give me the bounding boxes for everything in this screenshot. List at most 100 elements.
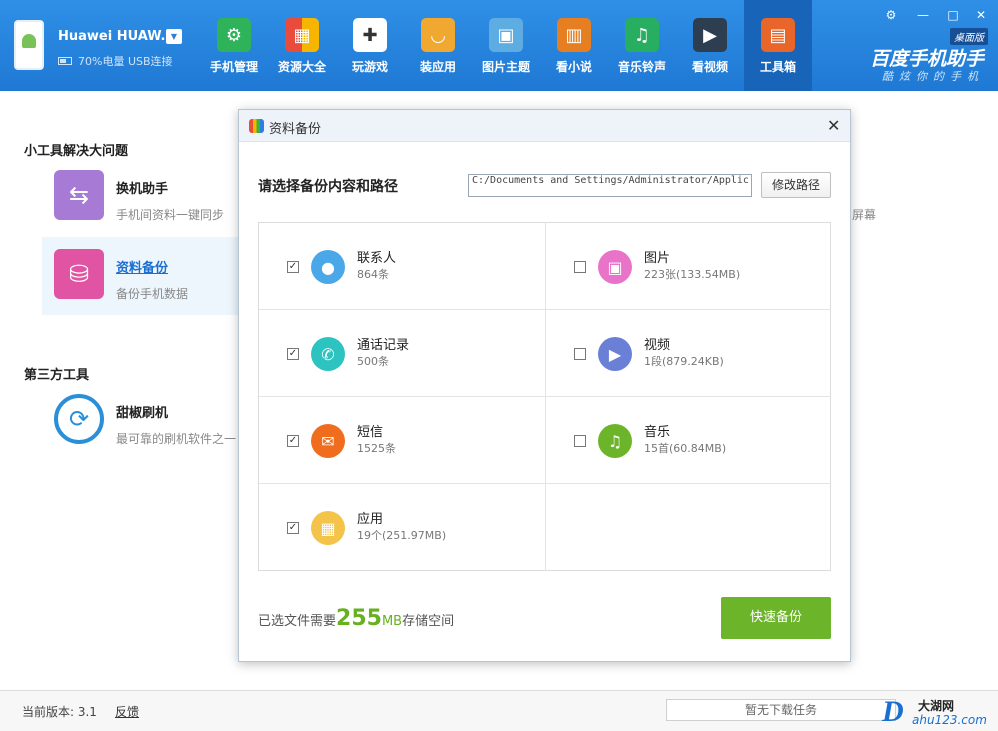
apps-icon: ▦ — [311, 511, 345, 545]
dialog-title: 资料备份 — [269, 122, 322, 137]
watermark-letter: D — [882, 695, 904, 728]
contact-icon: ● — [311, 250, 345, 284]
device-dropdown-icon[interactable]: ▼ — [166, 29, 182, 44]
music-checkbox[interactable] — [574, 435, 586, 447]
nav-label: 看视频 — [691, 60, 728, 74]
nav-pictures[interactable]: ▣ 图片主题 — [472, 0, 540, 91]
backup-item-contacts[interactable]: ✓ ● 联系人 864条 — [259, 223, 545, 310]
backup-item-call-log[interactable]: ✓ ✆ 通话记录 500条 — [259, 310, 545, 397]
video-icon: ▶ — [693, 18, 727, 52]
summary-suffix: 存储空间 — [402, 614, 455, 629]
feedback-link[interactable]: 反馈 — [115, 703, 139, 720]
item-count: 864条 — [357, 268, 389, 281]
database-backup-icon[interactable]: ⛁ — [54, 249, 104, 299]
maximize-icon[interactable]: □ — [946, 8, 960, 22]
nav-games[interactable]: ✚ 玩游戏 — [336, 0, 404, 91]
summary-prefix: 已选文件需要 — [258, 614, 337, 629]
resources-icon: ▦ — [285, 18, 319, 52]
watermark-url: ahu123.com — [912, 713, 987, 727]
item-name: 视频 — [644, 338, 671, 353]
phone-device-icon — [14, 20, 44, 70]
item-name: 应用 — [357, 512, 384, 527]
backup-item-music[interactable]: ♫ 音乐 15首(60.84MB) — [545, 397, 831, 484]
nav-label: 工具箱 — [759, 60, 796, 74]
watermark-cn: 大湖网 — [918, 699, 955, 713]
summary-size: 255 — [336, 606, 382, 631]
nav-music[interactable]: ♫ 音乐铃声 — [608, 0, 676, 91]
video-checkbox[interactable] — [574, 348, 586, 360]
minimize-icon[interactable]: — — [916, 8, 930, 22]
phone-switch-icon[interactable]: ⇆ — [54, 170, 104, 220]
contacts-checkbox[interactable]: ✓ — [287, 261, 299, 273]
device-status-text: 70%电量 USB连接 — [78, 55, 173, 68]
watermark-logo: D 大湖网 ahu123.com — [882, 695, 994, 729]
backup-item-video[interactable]: ▶ 视频 1段(879.24KB) — [545, 310, 831, 397]
item-name: 短信 — [357, 425, 384, 440]
nav-toolbox[interactable]: ▤ 工具箱 — [744, 0, 812, 91]
mail-icon: ✉ — [311, 424, 345, 458]
gamepad-icon: ✚ — [353, 18, 387, 52]
main-nav: ⚙ 手机管理 ▦ 资源大全 ✚ 玩游戏 ◡ 装应用 ▣ 图片主题 ▥ 看小说 ♫… — [200, 0, 812, 91]
dialog-close-icon[interactable]: ✕ — [827, 116, 840, 135]
app-logo-icon — [249, 119, 264, 133]
tool-desc-phone-switch: 手机间资料一键同步 — [116, 208, 225, 222]
item-count: 19个(251.97MB) — [357, 529, 447, 542]
nav-install-apps[interactable]: ◡ 装应用 — [404, 0, 472, 91]
device-name[interactable]: Huawei HUAW... — [58, 29, 175, 44]
nav-label: 资源大全 — [277, 60, 326, 74]
call-log-checkbox[interactable]: ✓ — [287, 348, 299, 360]
tool-title-backup[interactable]: 资料备份 — [116, 257, 168, 276]
item-count: 15首(60.84MB) — [644, 442, 727, 455]
item-count: 223张(133.54MB) — [644, 268, 741, 281]
android-icon — [22, 34, 36, 48]
item-name: 通话记录 — [357, 338, 410, 353]
backup-items-grid: ✓ ● 联系人 864条 ▣ 图片 223张(133.54MB) ✓ ✆ 通话记… — [258, 222, 831, 571]
nav-video[interactable]: ▶ 看视频 — [676, 0, 744, 91]
device-status: 70%电量 USB连接 — [58, 53, 173, 69]
download-task-box[interactable]: 暂无下载任务 — [666, 699, 896, 721]
backup-item-sms[interactable]: ✓ ✉ 短信 1525条 — [259, 397, 545, 484]
summary-unit: MB — [381, 614, 403, 629]
phone-icon: ✆ — [311, 337, 345, 371]
nav-label: 看小说 — [555, 60, 592, 74]
sms-checkbox[interactable]: ✓ — [287, 435, 299, 447]
music-icon: ♫ — [625, 18, 659, 52]
quick-backup-button[interactable]: 快速备份 — [721, 597, 831, 639]
section-title-tools: 小工具解决大问题 — [24, 144, 129, 159]
tool-title-flash[interactable]: 甜椒刷机 — [116, 402, 168, 421]
phone-manage-icon: ⚙ — [217, 18, 251, 52]
change-path-button[interactable]: 修改路径 — [761, 172, 831, 198]
storage-summary: 已选文件需要255MB存储空间 — [258, 606, 454, 631]
pictures-checkbox[interactable] — [574, 261, 586, 273]
backup-dialog: 资料备份 ✕ 请选择备份内容和路径 C:/Documents and Setti… — [238, 109, 851, 662]
item-name: 联系人 — [357, 251, 397, 266]
tool-desc-backup: 备份手机数据 — [116, 287, 189, 301]
item-count: 1段(879.24KB) — [644, 355, 724, 368]
nav-label: 装应用 — [419, 60, 456, 74]
brand-slogan: 酷炫你的手机 — [882, 70, 984, 83]
apps-checkbox[interactable]: ✓ — [287, 522, 299, 534]
tool-title-phone-switch[interactable]: 换机助手 — [116, 178, 168, 197]
backup-item-pictures[interactable]: ▣ 图片 223张(133.54MB) — [545, 223, 831, 310]
version-text: 当前版本: 3.1 — [22, 705, 97, 719]
close-window-icon[interactable]: ✕ — [974, 8, 988, 22]
nav-phone-manage[interactable]: ⚙ 手机管理 — [200, 0, 268, 91]
picture-icon: ▣ — [598, 250, 632, 284]
nav-resources[interactable]: ▦ 资源大全 — [268, 0, 336, 91]
music-icon: ♫ — [598, 424, 632, 458]
flash-tool-icon[interactable]: ⟳ — [54, 394, 104, 444]
nav-label: 图片主题 — [481, 60, 530, 74]
item-count: 1525条 — [357, 442, 396, 455]
dialog-titlebar: 资料备份 ✕ — [239, 110, 850, 142]
nav-label: 玩游戏 — [351, 60, 388, 74]
edition-badge: 桌面版 — [950, 28, 988, 45]
empty-cell — [545, 484, 831, 571]
nav-label: 手机管理 — [209, 60, 258, 74]
nav-label: 音乐铃声 — [617, 60, 666, 74]
settings-icon[interactable]: ⚙ — [884, 8, 898, 22]
status-bar: 当前版本: 3.1 反馈 暂无下载任务 D 大湖网 ahu123.com — [0, 690, 998, 731]
backup-path-field[interactable]: C:/Documents and Settings/Administrator/… — [468, 174, 752, 197]
nav-novels[interactable]: ▥ 看小说 — [540, 0, 608, 91]
backup-item-apps[interactable]: ✓ ▦ 应用 19个(251.97MB) — [259, 484, 545, 571]
item-name: 音乐 — [644, 425, 671, 440]
